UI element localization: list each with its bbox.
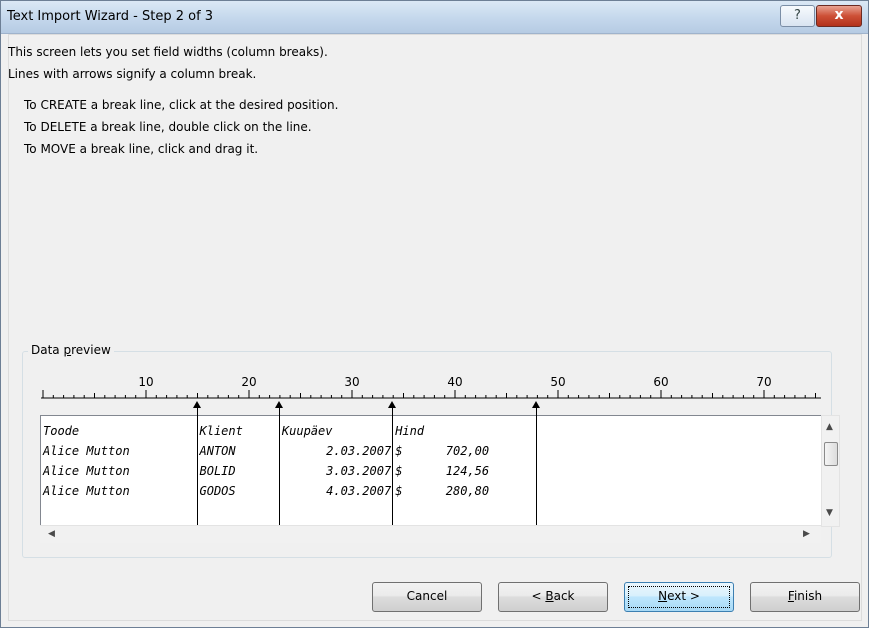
preview-cell: GODOS [199,484,236,498]
preview-cell: Klient [199,424,243,438]
scroll-right-icon[interactable]: ▶ [803,529,810,539]
preview-cell: Alice Mutton [43,464,130,478]
preview-row: Alice Mutton ANTON 2.03.2007 $ 702,00 [43,444,813,464]
preview-cell: Alice Mutton [43,484,130,498]
close-button[interactable]: x [816,5,862,27]
preview-cell: $ 280,80 [395,484,490,498]
preview-row: Alice Mutton GODOS 4.03.2007 $ 280,80 [43,484,813,504]
preview-cell: Kuupäev [281,424,333,438]
column-break-line[interactable] [536,407,538,525]
preview-cell: BOLID [199,464,236,478]
data-preview-pane[interactable]: Toode Klient Kuupäev Hind Alice Mutton ANTON 2… [40,415,823,526]
column-ruler[interactable]: 10 20 30 40 50 60 70 [41,371,821,401]
preview-cell: Alice Mutton [43,444,130,458]
ruler-tick-label: 60 [653,375,668,389]
scroll-thumb[interactable] [824,442,838,466]
preview-row: Toode Klient Kuupäev Hind [43,424,813,444]
next-button[interactable]: Next > [624,582,734,612]
preview-cell: 2.03.2007 [326,444,392,458]
text-import-wizard-dialog: Text Import Wizard - Step 2 of 3 ? x Thi… [0,0,869,628]
instruction-create: To CREATE a break line, click at the des… [24,98,339,112]
ruler-tick-label: 70 [756,375,771,389]
intro-line-2: Lines with arrows signify a column break… [8,67,257,81]
instruction-move: To MOVE a break line, click and drag it. [24,142,259,156]
preview-row: Alice Mutton BOLID 3.03.2007 $ 124,56 [43,464,813,484]
ruler-tick-label: 50 [550,375,565,389]
title-bar[interactable]: Text Import Wizard - Step 2 of 3 ? x [1,1,868,34]
instruction-delete: To DELETE a break line, double click on … [24,120,312,134]
preview-cell: 3.03.2007 [326,464,392,478]
preview-cell: $ 124,56 [395,464,490,478]
back-button[interactable]: < Back [498,582,608,612]
ruler-graphic: 10 20 30 40 50 60 70 [41,375,821,399]
preview-cell: ANTON [199,444,236,458]
ruler-tick-label: 30 [344,375,359,389]
finish-button[interactable]: Finish [750,582,860,612]
column-break-line[interactable] [278,407,280,525]
ruler-tick-label: 20 [241,375,256,389]
cancel-button[interactable]: Cancel [372,582,482,612]
column-break-line[interactable] [196,407,198,525]
scroll-left-icon[interactable]: ◀ [48,529,55,539]
data-preview-label: Data preview [28,343,114,357]
help-button[interactable]: ? [780,5,815,27]
focus-rectangle [628,586,730,608]
ruler-tick-label: 10 [138,375,153,389]
preview-cell: Hind [395,424,425,438]
ruler-tick-label: 40 [447,375,462,389]
horizontal-scrollbar[interactable]: ◀ ▶ [40,525,821,543]
vertical-scrollbar[interactable]: ▲ ▼ [821,415,840,527]
column-break-line[interactable] [392,407,394,525]
window-title: Text Import Wizard - Step 2 of 3 [7,9,214,24]
preview-cell: Toode [43,424,80,438]
preview-cell: $ 702,00 [395,444,490,458]
preview-cell: 4.03.2007 [326,484,392,498]
scroll-up-icon[interactable]: ▲ [826,422,833,432]
scroll-down-icon[interactable]: ▼ [826,508,833,518]
intro-line-1: This screen lets you set field widths (c… [8,45,328,59]
